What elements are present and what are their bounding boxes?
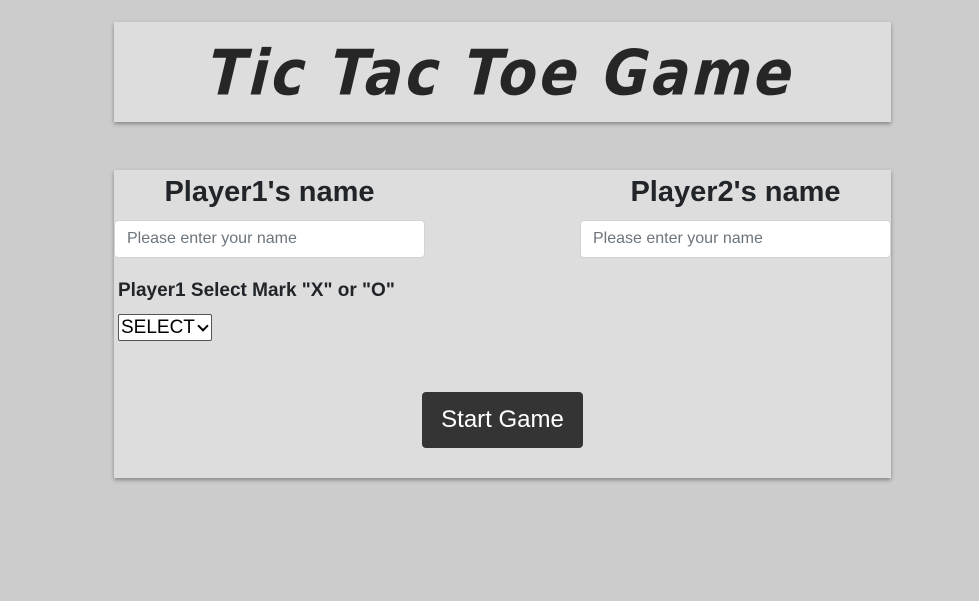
game-title: Tic Tac Toe Game xyxy=(206,36,799,110)
title-banner: Tic Tac Toe Game xyxy=(114,22,891,122)
player-setup-panel: Player1's name Player2's name Player1 Se… xyxy=(114,170,891,478)
player1-name-heading: Player1's name xyxy=(164,176,375,208)
mark-select-label: Player1 Select Mark "X" or "O" xyxy=(118,280,395,301)
mark-select-dropdown[interactable]: SELECT xyxy=(118,314,212,341)
player2-name-heading: Player2's name xyxy=(630,176,841,208)
player2-name-input[interactable] xyxy=(580,220,891,258)
player1-name-input[interactable] xyxy=(114,220,425,258)
chevron-down-icon xyxy=(197,319,209,332)
start-game-button[interactable]: Start Game xyxy=(422,392,583,448)
mark-select-value: SELECT xyxy=(121,317,195,338)
